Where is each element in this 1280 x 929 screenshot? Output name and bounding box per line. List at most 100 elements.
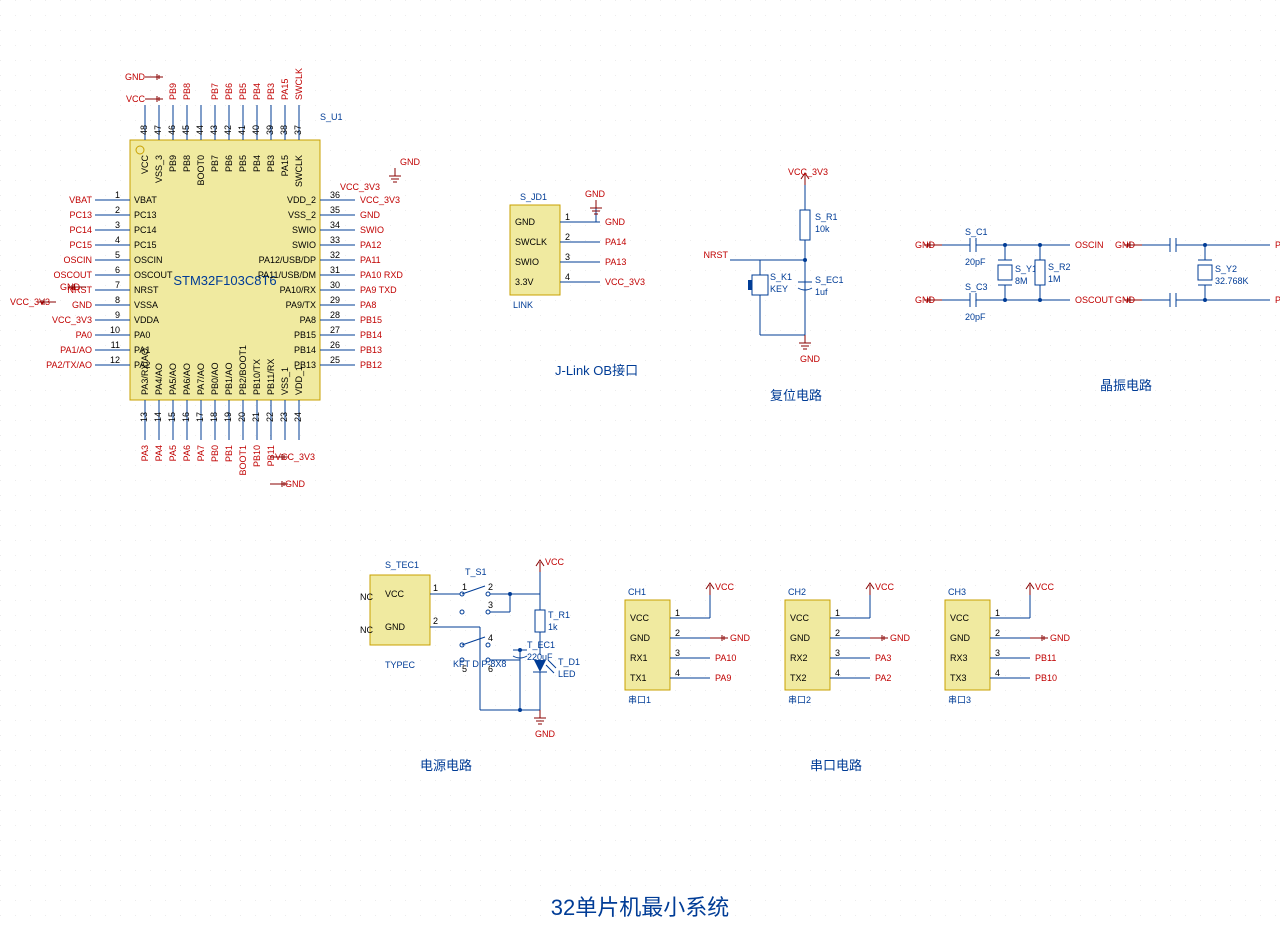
svg-text:S_Y2: S_Y2 xyxy=(1215,264,1237,274)
svg-text:PA8: PA8 xyxy=(300,315,316,325)
svg-text:28: 28 xyxy=(330,310,340,320)
svg-text:PA15: PA15 xyxy=(280,155,290,176)
svg-text:PB2/BOOT1: PB2/BOOT1 xyxy=(238,345,248,395)
mcu-bot-PB2/BOOT1: BOOT1 xyxy=(238,445,248,476)
power-pin-gnd: GND xyxy=(385,622,406,632)
svg-text:2: 2 xyxy=(565,232,570,242)
svg-text:GND: GND xyxy=(890,633,911,643)
mcu-left-PA0: PA0 xyxy=(76,330,92,340)
svg-text:33: 33 xyxy=(330,235,340,245)
svg-text:NRST: NRST xyxy=(134,285,159,295)
mcu-top-PB5: PB5 xyxy=(238,83,248,100)
svg-text:24: 24 xyxy=(293,412,303,422)
svg-text:5: 5 xyxy=(115,250,120,260)
svg-text:VDD_2: VDD_2 xyxy=(287,195,316,205)
svg-text:48: 48 xyxy=(139,125,149,135)
svg-text:PA10/RX: PA10/RX xyxy=(280,285,316,295)
svg-text:OSCIN: OSCIN xyxy=(134,255,163,265)
svg-text:TX3: TX3 xyxy=(950,673,967,683)
svg-text:23: 23 xyxy=(279,412,289,422)
reset-keylbl: KEY xyxy=(770,284,788,294)
svg-text:3: 3 xyxy=(488,600,493,610)
mcu-top-SWCLK: SWCLK xyxy=(294,68,304,100)
svg-text:SWIO: SWIO xyxy=(515,257,539,267)
svg-text:22: 22 xyxy=(265,412,275,422)
mcu-left-PA1: PA1/AO xyxy=(60,345,92,355)
reset-gnd: GND xyxy=(800,354,821,364)
svg-text:3: 3 xyxy=(835,648,840,658)
serial-ref-CH3: CH3 xyxy=(948,587,966,597)
mcu-top-PB8: PB8 xyxy=(182,83,192,100)
serial-CH1-TX1: PA9 xyxy=(715,673,731,683)
svg-text:PA3/RX/AO: PA3/RX/AO xyxy=(140,348,150,395)
jlink-footer: LINK xyxy=(513,300,533,310)
mcu-right-PB14: PB13 xyxy=(360,345,382,355)
svg-text:14: 14 xyxy=(153,412,163,422)
svg-text:PA7/AO: PA7/AO xyxy=(196,363,206,395)
svg-text:4: 4 xyxy=(995,668,1000,678)
svg-text:2: 2 xyxy=(995,628,1000,638)
svg-text:VCC: VCC xyxy=(790,613,810,623)
mcu-left-OSCIN: OSCIN xyxy=(63,255,92,265)
svg-text:45: 45 xyxy=(181,125,191,135)
jlink-SWIO: PA13 xyxy=(605,257,626,267)
mcu-top-PB4: PB4 xyxy=(252,83,262,100)
svg-text:46: 46 xyxy=(167,125,177,135)
mcu-left-OSCOUT: OSCOUT xyxy=(53,270,92,280)
reset-rval: 10k xyxy=(815,224,830,234)
svg-text:36: 36 xyxy=(330,190,340,200)
serial-sub-CH1: 串口1 xyxy=(628,695,651,705)
svg-text:4: 4 xyxy=(565,272,570,282)
power-footer: TYPEC xyxy=(385,660,416,670)
mcu-bot-PB1/AO: PB1 xyxy=(224,445,234,462)
svg-text:1M: 1M xyxy=(1048,274,1061,284)
svg-text:20pF: 20pF xyxy=(965,257,986,267)
serial-ref-CH1: CH1 xyxy=(628,587,646,597)
svg-text:11: 11 xyxy=(111,340,120,350)
mcu-top-PB3: PB3 xyxy=(266,83,276,100)
osc-OSCOUT: OSCOUT xyxy=(1075,295,1114,305)
svg-text:BOOT0: BOOT0 xyxy=(196,155,206,186)
svg-text:2: 2 xyxy=(488,582,493,592)
svg-text:PC14: PC14 xyxy=(134,225,157,235)
svg-text:10: 10 xyxy=(110,325,120,335)
mcu-top-PB7: PB7 xyxy=(210,83,220,100)
mcu-left-PC14: PC14 xyxy=(69,225,92,235)
mcu-left-VDDA: VCC_3V3 xyxy=(52,315,92,325)
mcu-bot-PA7/AO: PA7 xyxy=(196,445,206,461)
mcu-gnd-bot: GND xyxy=(285,479,306,489)
svg-text:VCC: VCC xyxy=(140,155,150,175)
power-r: T_R1 xyxy=(548,610,570,620)
svg-text:VSS_2: VSS_2 xyxy=(288,210,316,220)
svg-text:47: 47 xyxy=(153,125,163,135)
mcu-right-VSS_2: GND xyxy=(360,210,381,220)
svg-text:6: 6 xyxy=(488,664,493,674)
svg-text:VDD_1: VDD_1 xyxy=(294,366,304,395)
jlink-gnd: GND xyxy=(585,189,606,199)
jlink-3.3V: VCC_3V3 xyxy=(605,277,645,287)
svg-text:13: 13 xyxy=(139,412,149,422)
svg-text:VSS_3: VSS_3 xyxy=(154,155,164,183)
svg-text:4: 4 xyxy=(115,235,120,245)
mcu-bot-PA4/AO: PA4 xyxy=(154,445,164,461)
svg-text:34: 34 xyxy=(330,220,340,230)
svg-text:VSS_1: VSS_1 xyxy=(280,367,290,395)
svg-text:1: 1 xyxy=(462,582,467,592)
svg-text:S_C3: S_C3 xyxy=(965,282,988,292)
svg-text:VCC: VCC xyxy=(630,613,650,623)
mcu-left-VSSA: GND xyxy=(72,300,93,310)
mcu-right-PA9/TX: PA8 xyxy=(360,300,376,310)
schematic-canvas: 32单片机最小系统 S_U1 STM32F103C8T6 1VBATVBAT2P… xyxy=(0,0,1280,929)
svg-text:TX1: TX1 xyxy=(630,673,647,683)
svg-text:RX2: RX2 xyxy=(790,653,808,663)
mcu-bot-PA6/AO: PA6 xyxy=(182,445,192,461)
reset-r: S_R1 xyxy=(815,212,838,222)
mcu-right-VDD_2: VCC_3V3 xyxy=(360,195,400,205)
svg-text:S_Y1: S_Y1 xyxy=(1015,264,1037,274)
mcu-left-PA2: PA2/TX/AO xyxy=(46,360,92,370)
svg-text:2: 2 xyxy=(835,628,840,638)
reset-nrst: NRST xyxy=(704,250,729,260)
mcu-top-PB6: PB6 xyxy=(224,83,234,100)
mcu-top-PA15: PA15 xyxy=(280,79,290,100)
svg-text:S_C1: S_C1 xyxy=(965,227,988,237)
